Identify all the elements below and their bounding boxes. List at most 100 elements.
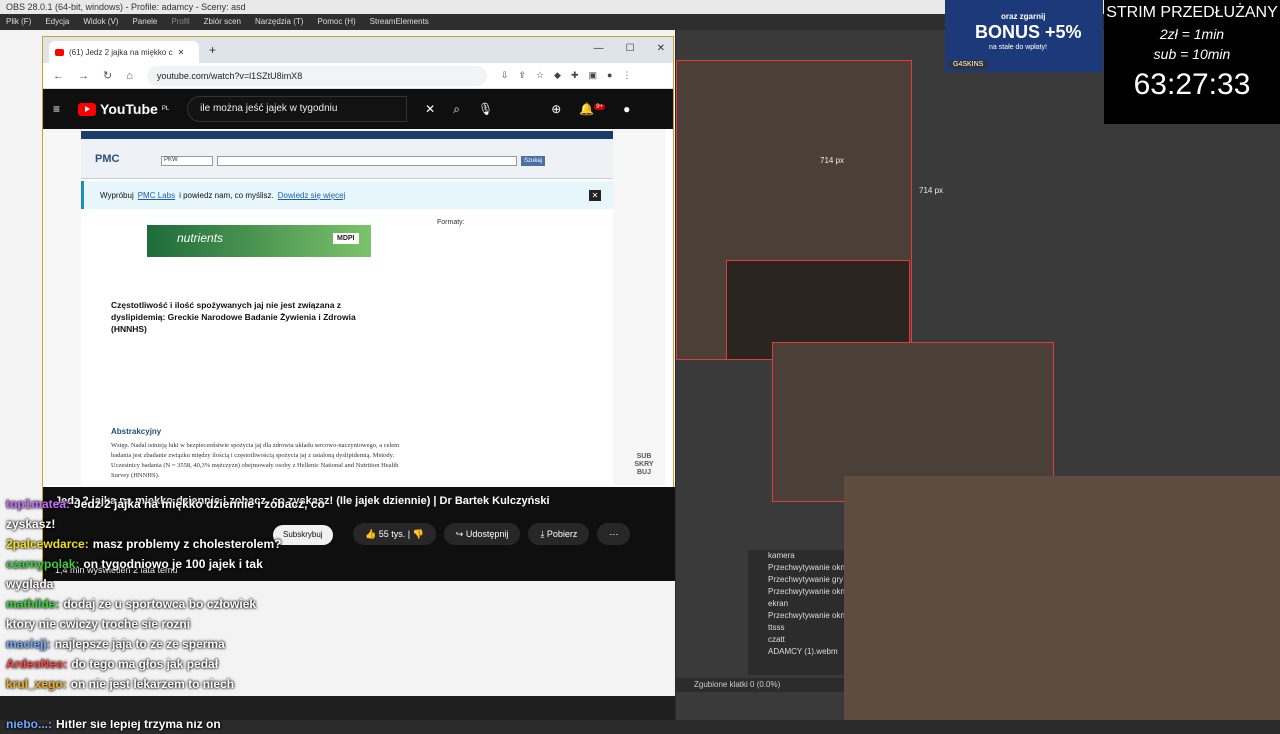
px-label: 714 px (820, 156, 845, 165)
account-avatar[interactable]: ● (623, 102, 630, 116)
minimize-icon[interactable]: — (594, 43, 604, 54)
youtube-play-icon (78, 102, 97, 116)
chat-username: ArdeoNeo: (6, 657, 68, 671)
formats-label: Formaty: (437, 219, 465, 226)
pmc-db-select[interactable]: PKW (161, 156, 213, 166)
pmc-header: PMC PKW Szukaj (81, 139, 613, 179)
more-icon[interactable]: ⋯ (597, 523, 631, 545)
home-icon[interactable]: ⌂ (126, 70, 133, 82)
obs-menu-item[interactable]: StreamElements (370, 14, 429, 30)
close-window-icon[interactable]: ✕ (657, 43, 665, 54)
abstract-text: Wstęp. Nadal istnieją luki w bezpieczeńs… (111, 442, 400, 479)
clear-search-icon[interactable]: ✕ (425, 102, 435, 116)
microphone-icon[interactable]: 🎙 (478, 102, 493, 116)
download-button[interactable]: ⤓ Pobierz (528, 523, 590, 545)
tab-bar: (61) Jedz 2 jajka na miękko c ✕ + — ☐ ✕ (43, 37, 673, 63)
obs-source-item[interactable]: ttsss (748, 622, 848, 634)
obs-menu-item[interactable]: Panele (132, 14, 157, 30)
back-icon[interactable]: ← (53, 70, 64, 82)
obs-menu-item[interactable]: Pomoc (H) (317, 14, 355, 30)
obs-source-item[interactable]: Przechwytywanie okn (748, 562, 848, 574)
chat-message: mathilde: dodaj ze u sportowca bo człowie… (6, 594, 336, 614)
banner-close-icon[interactable]: ✕ (589, 189, 601, 201)
chat-text: on nie jest lekarzem to niech (70, 677, 235, 691)
pmc-labs-link[interactable]: PMC Labs (138, 191, 175, 200)
chat-username: krul_xego: (6, 677, 67, 691)
obs-source-item[interactable]: czatt (748, 634, 848, 646)
youtube-logo-text: YouTube (100, 101, 158, 117)
obs-source-item[interactable]: kamera (748, 550, 848, 562)
chat-message: wygląda (6, 574, 336, 594)
video-actions: 👍 55 tys. | 👎 ↪ Udostępnij ⤓ Pobierz ⋯ (353, 523, 631, 545)
sidepanel-icon[interactable]: ▣ (589, 70, 598, 81)
youtube-region: PL (161, 106, 170, 112)
obs-menu-item[interactable]: Zbiór scen (204, 14, 241, 30)
abstract-heading: Abstrakcyjny (111, 427, 162, 436)
windows-taskbar (0, 696, 675, 720)
chat-message: top1matea: Jedz 2 jajka na miękko dzienni… (6, 494, 336, 534)
obs-menu-item[interactable]: Narzędzia (T) (255, 14, 303, 30)
publisher-logo: MDPI (333, 233, 359, 244)
subathon-timer: STRIM PRZEDŁUŻANY 2zł = 1min sub = 10min… (1104, 0, 1280, 124)
chat-username: maciejj: (6, 637, 51, 651)
close-tab-icon[interactable]: ✕ (178, 48, 185, 57)
bookmark-star-icon[interactable]: ☆ (536, 70, 544, 81)
timer-countdown: 63:27:33 (1133, 68, 1251, 101)
chat-message: 2palcewdarce: masz problemy z cholesterol… (6, 534, 336, 554)
chat-message: krul_xego: on nie jest lekarzem to niech (6, 674, 336, 694)
hamburger-icon[interactable]: ≡ (53, 102, 60, 116)
install-icon[interactable]: ⇩ (501, 70, 509, 81)
timer-rate-donation: 2zł = 1min (1159, 26, 1225, 42)
pmc-search-input[interactable] (217, 156, 517, 166)
menu-dots-icon[interactable]: ⋮ (622, 70, 631, 81)
browser-tab[interactable]: (61) Jedz 2 jajka na miękko c ✕ (49, 41, 199, 63)
youtube-header: ≡ YouTube PL ile można jeść jajek w tygo… (43, 89, 673, 129)
youtube-search-input[interactable]: ile można jeść jajek w tygodniu (187, 96, 408, 122)
like-button[interactable]: 👍 55 tys. | 👎 (353, 523, 436, 545)
pmc-article-page: PMC PKW Szukaj Wypróbuj PMC Labs i powie… (81, 131, 613, 485)
obs-source-item[interactable]: Przechwytywanie okn (748, 610, 848, 622)
chat-message: ktory nie cwiczy troche sie rozni (6, 614, 336, 634)
chat-username: mathilde: (6, 597, 60, 611)
maximize-icon[interactable]: ☐ (626, 43, 635, 54)
webcam-overlay (844, 476, 1280, 720)
obs-menu-item[interactable]: Widok (V) (83, 14, 118, 30)
obs-source-item[interactable]: ekran (748, 598, 848, 610)
promo-line1: oraz zgarnij (1001, 12, 1046, 21)
promo-brand: G4SKINS (949, 60, 988, 69)
promo-bonus: BONUS +5% (975, 22, 1082, 42)
chat-username: czarnypolak: (6, 557, 80, 571)
profile-avatar[interactable]: ● (607, 70, 612, 81)
share-icon[interactable]: ⇪ (518, 70, 526, 81)
tab-title: (61) Jedz 2 jajka na miękko c (69, 47, 173, 57)
extension-icon[interactable]: ◆ (554, 70, 561, 81)
obs-menu-item[interactable]: Plik (F) (6, 14, 31, 30)
video-player[interactable]: PMC PKW Szukaj Wypróbuj PMC Labs i powie… (43, 129, 665, 485)
obs-sources-list: kamera Przechwytywanie okn Przechwytywanie… (748, 550, 848, 675)
reload-icon[interactable]: ↻ (103, 69, 112, 82)
pmc-search-button[interactable]: Szukaj (521, 156, 545, 166)
obs-menu-item[interactable]: Edycja (45, 14, 69, 30)
obs-menu-item[interactable]: Profil (171, 14, 189, 30)
share-button[interactable]: ↪ Udostępnij (443, 523, 521, 545)
learn-more-link[interactable]: Dowiedz się więcej (278, 191, 346, 200)
ncbi-strip (81, 131, 613, 139)
chat-text: do tego ma głos jak pedał (71, 657, 219, 671)
puzzle-icon[interactable]: ✚ (571, 70, 579, 81)
obs-source-item[interactable]: Przechwytywanie okn (748, 586, 848, 598)
create-icon[interactable]: ⊕ (551, 102, 561, 116)
dropped-frames: Zgubione klatki 0 (0.0%) (694, 680, 781, 689)
obs-menubar: Plik (F) Edycja Widok (V) Panele Profil Zbiór… (0, 14, 945, 30)
url-bar[interactable]: youtube.com/watch?v=l1SZtU8imX8 (146, 65, 487, 86)
search-icon[interactable]: ⌕ (453, 102, 460, 117)
new-tab-icon[interactable]: + (209, 43, 216, 57)
forward-icon[interactable]: → (78, 70, 89, 82)
obs-source-item[interactable]: ADAMCY (1).webm (748, 646, 848, 658)
youtube-logo[interactable]: YouTube PL (78, 101, 169, 117)
pmc-logo[interactable]: PMC (95, 153, 119, 165)
share-label: Udostępnij (465, 529, 509, 539)
journal-banner: nutrients MDPI (147, 225, 371, 257)
obs-source-item[interactable]: Przechwytywanie gry (748, 574, 848, 586)
notifications-icon[interactable]: 🔔 9+ (579, 102, 606, 116)
chat-message: czarnypolak: on tygodniowo je 100 jajek i… (6, 554, 336, 574)
